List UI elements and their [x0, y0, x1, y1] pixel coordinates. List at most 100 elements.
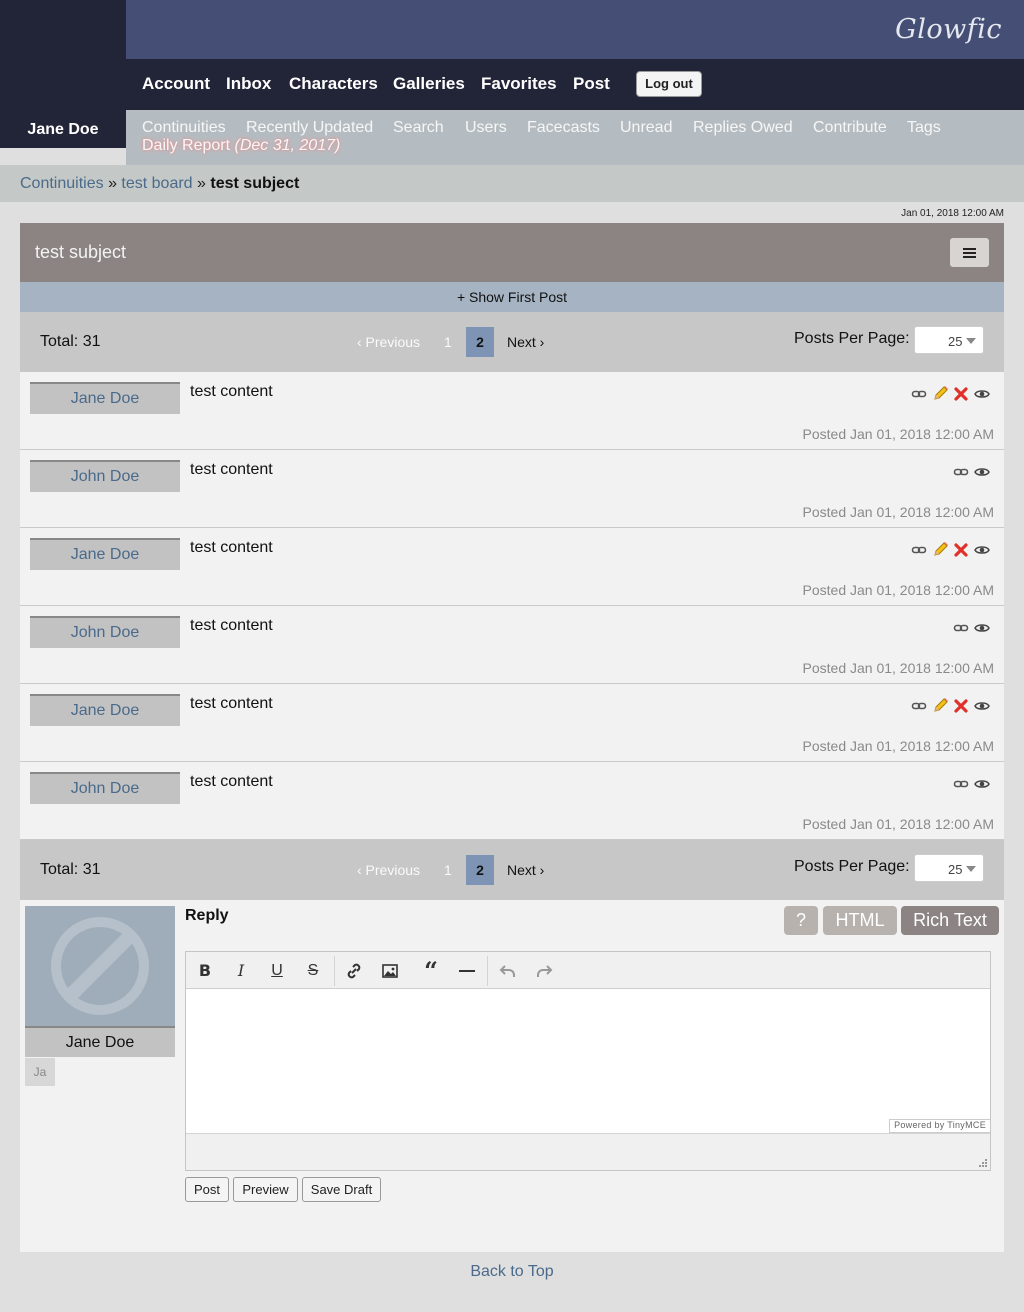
- page-1-link[interactable]: 1: [444, 334, 452, 350]
- menu-icon: [963, 252, 976, 254]
- underline-icon[interactable]: U: [265, 959, 289, 983]
- reply-author[interactable]: Jane Doe: [30, 382, 180, 414]
- breadcrumb-continuities[interactable]: Continuities: [20, 175, 104, 192]
- link-icon[interactable]: [911, 698, 927, 714]
- post-title: test subject: [35, 242, 127, 262]
- character-name[interactable]: Jane Doe: [25, 1026, 175, 1057]
- toolbar-divider: [487, 956, 488, 986]
- link-icon[interactable]: [342, 959, 366, 983]
- view-icon[interactable]: [974, 776, 990, 792]
- delete-icon[interactable]: [953, 386, 969, 402]
- link-icon[interactable]: [953, 776, 969, 792]
- subnav-facecasts[interactable]: Facecasts: [527, 119, 600, 137]
- subnav-search[interactable]: Search: [393, 119, 444, 137]
- current-page: 2: [466, 855, 494, 885]
- editor-body[interactable]: [186, 989, 990, 1133]
- menu-icon: [963, 248, 976, 250]
- character-abbrev[interactable]: Ja: [25, 1058, 55, 1086]
- link-icon[interactable]: [911, 542, 927, 558]
- preview-button[interactable]: Preview: [233, 1177, 298, 1202]
- post-menu-button[interactable]: [950, 238, 989, 267]
- html-mode-button[interactable]: HTML: [823, 906, 897, 935]
- page-1-link[interactable]: 1: [444, 862, 452, 878]
- per-page-select[interactable]: 25: [914, 854, 984, 882]
- prev-page-link[interactable]: ‹ Previous: [357, 862, 420, 878]
- view-icon[interactable]: [974, 620, 990, 636]
- site-logo[interactable]: Glowfic: [895, 14, 1002, 45]
- breadcrumb-board[interactable]: test board: [121, 175, 192, 192]
- reply-author[interactable]: John Doe: [30, 616, 180, 648]
- link-icon[interactable]: [911, 386, 927, 402]
- reply-content: test content: [190, 773, 273, 790]
- link-icon[interactable]: [953, 620, 969, 636]
- breadcrumb-separator: »: [197, 175, 206, 192]
- subnav-users[interactable]: Users: [465, 119, 507, 137]
- subnav-tags[interactable]: Tags: [907, 119, 941, 137]
- total-count: Total: 31: [40, 861, 101, 878]
- view-icon[interactable]: [974, 542, 990, 558]
- reply-row: John Doe test content Posted Jan 01, 2018 …: [20, 450, 1004, 528]
- prev-page-link[interactable]: ‹ Previous: [357, 334, 420, 350]
- view-icon[interactable]: [974, 386, 990, 402]
- reply-heading: Reply: [185, 907, 229, 924]
- daily-report-date: (Dec 31, 2017): [234, 137, 341, 154]
- reply-content: test content: [190, 617, 273, 634]
- per-page-select[interactable]: 25: [914, 326, 984, 354]
- subnav-unread[interactable]: Unread: [620, 119, 672, 137]
- reply-author[interactable]: Jane Doe: [30, 538, 180, 570]
- reply-timestamp: Posted Jan 01, 2018 12:00 AM: [802, 816, 994, 832]
- horizontal-rule-icon[interactable]: [455, 959, 479, 983]
- subnav-recently-updated[interactable]: Recently Updated: [246, 119, 373, 137]
- blockquote-icon[interactable]: “: [419, 959, 443, 983]
- save-draft-button[interactable]: Save Draft: [302, 1177, 381, 1202]
- rich-text-mode-button[interactable]: Rich Text: [901, 906, 999, 935]
- per-page-label: Posts Per Page:: [794, 858, 910, 875]
- current-user[interactable]: Jane Doe: [0, 110, 126, 148]
- reply-author[interactable]: John Doe: [30, 772, 180, 804]
- nav-favorites[interactable]: Favorites: [481, 74, 557, 94]
- next-page-link[interactable]: Next ›: [507, 334, 544, 350]
- per-page-label: Posts Per Page:: [794, 330, 910, 347]
- reply-content: test content: [190, 461, 273, 478]
- nav-inbox[interactable]: Inbox: [226, 74, 271, 94]
- reply-actions: [911, 386, 990, 404]
- edit-icon[interactable]: [932, 698, 948, 714]
- per-page-value: 25: [948, 334, 963, 349]
- nav-account[interactable]: Account: [142, 74, 210, 94]
- reply-author[interactable]: John Doe: [30, 460, 180, 492]
- post-button[interactable]: Post: [185, 1177, 229, 1202]
- daily-report-link[interactable]: Daily Report (Dec 31, 2017): [142, 137, 340, 155]
- current-page: 2: [466, 327, 494, 357]
- view-icon[interactable]: [974, 464, 990, 480]
- edit-icon[interactable]: [932, 542, 948, 558]
- link-icon[interactable]: [953, 464, 969, 480]
- nav-galleries[interactable]: Galleries: [393, 74, 465, 94]
- redo-icon[interactable]: [532, 959, 556, 983]
- delete-icon[interactable]: [953, 542, 969, 558]
- powered-by-tinymce[interactable]: Powered by TinyMCE: [889, 1119, 990, 1133]
- strikethrough-icon[interactable]: S: [301, 959, 325, 983]
- delete-icon[interactable]: [953, 698, 969, 714]
- resize-handle-icon[interactable]: [979, 1159, 987, 1167]
- reply-timestamp: Posted Jan 01, 2018 12:00 AM: [802, 504, 994, 520]
- nav-post[interactable]: Post: [573, 74, 610, 94]
- next-page-link[interactable]: Next ›: [507, 862, 544, 878]
- bold-icon[interactable]: B: [193, 959, 217, 983]
- editor-help-button[interactable]: ?: [784, 906, 818, 935]
- character-avatar[interactable]: [25, 906, 175, 1026]
- logout-button[interactable]: Log out: [636, 71, 702, 97]
- image-icon[interactable]: [378, 959, 402, 983]
- nav-characters[interactable]: Characters: [289, 74, 378, 94]
- subnav-continuities[interactable]: Continuities: [142, 119, 226, 137]
- view-icon[interactable]: [974, 698, 990, 714]
- reply-author[interactable]: Jane Doe: [30, 694, 180, 726]
- show-first-post-toggle[interactable]: + Show First Post: [20, 282, 1004, 312]
- subnav-replies-owed[interactable]: Replies Owed: [693, 119, 793, 137]
- reply-row: Jane Doe test content Posted Jan 01, 2018 …: [20, 528, 1004, 606]
- menu-icon: [963, 256, 976, 258]
- edit-icon[interactable]: [932, 386, 948, 402]
- undo-icon[interactable]: [496, 959, 520, 983]
- back-to-top-link[interactable]: Back to Top: [0, 1263, 1024, 1281]
- italic-icon[interactable]: I: [229, 959, 253, 983]
- subnav-contribute[interactable]: Contribute: [813, 119, 887, 137]
